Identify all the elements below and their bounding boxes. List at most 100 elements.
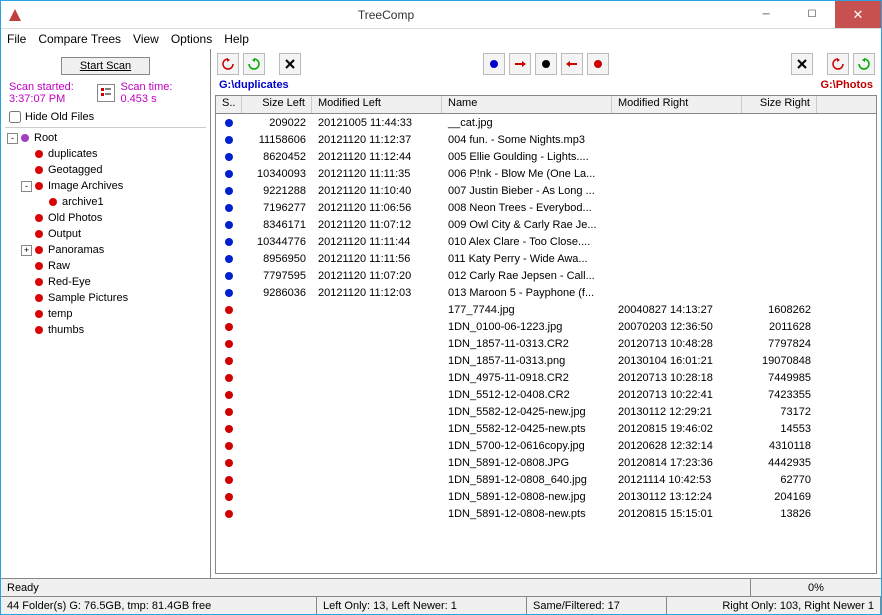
table-row[interactable]: 1DN_1857-11-0313.CR220120713 10:48:28779…	[216, 335, 876, 352]
menu-help[interactable]: Help	[224, 32, 249, 46]
row-status-icon	[225, 221, 233, 229]
tree-toggle[interactable]: +	[21, 245, 32, 256]
tree-node[interactable]: Sample Pictures	[7, 290, 204, 306]
tree-node[interactable]: Output	[7, 226, 204, 242]
tool-sync-left-icon[interactable]	[827, 53, 849, 75]
row-status-icon	[225, 136, 233, 144]
cell-mr: 20120815 15:15:01	[612, 508, 742, 520]
cell-ml: 20121120 11:12:37	[312, 134, 442, 146]
tool-same-icon[interactable]	[535, 53, 557, 75]
table-row[interactable]: 1DN_5582-12-0425-new.pts20120815 19:46:0…	[216, 420, 876, 437]
minimize-button[interactable]: ─	[743, 1, 789, 28]
tool-left-only-icon[interactable]	[483, 53, 505, 75]
table-row[interactable]: 922128820121120 11:10:40007 Justin Biebe…	[216, 182, 876, 199]
menu-view[interactable]: View	[133, 32, 159, 46]
tree-toggle[interactable]: -	[21, 181, 32, 192]
tree-node[interactable]: -Root	[7, 130, 204, 146]
tree-node[interactable]: Raw	[7, 258, 204, 274]
cell-nm: 1DN_5891-12-0808_640.jpg	[442, 474, 612, 486]
cell-ml: 20121120 11:07:12	[312, 219, 442, 231]
tree-label: thumbs	[48, 324, 84, 336]
tree-toggle[interactable]: -	[7, 133, 18, 144]
col-modified-right[interactable]: Modified Right	[612, 96, 742, 113]
table-row[interactable]: 1115860620121120 11:12:37004 fun. - Some…	[216, 131, 876, 148]
table-row[interactable]: 1034009320121120 11:11:35006 P!nk - Blow…	[216, 165, 876, 182]
tool-refresh-left-icon[interactable]	[217, 53, 239, 75]
tree-node[interactable]: Old Photos	[7, 210, 204, 226]
left-panel: Start Scan Scan started: 3:37:07 PM Scan…	[1, 49, 211, 578]
tree-node[interactable]: -Image Archives	[7, 178, 204, 194]
close-button[interactable]: ✕	[835, 1, 881, 28]
row-status-icon	[225, 323, 233, 331]
tree-dot-icon	[35, 262, 43, 270]
folder-tree[interactable]: -RootduplicatesGeotagged-Image Archivesa…	[5, 127, 206, 574]
table-row[interactable]: 779759520121120 11:07:20012 Carly Rae Je…	[216, 267, 876, 284]
menu-options[interactable]: Options	[171, 32, 212, 46]
col-modified-left[interactable]: Modified Left	[312, 96, 442, 113]
tool-delete-icon[interactable]	[279, 53, 301, 75]
menu-file[interactable]: File	[7, 32, 26, 46]
cell-mr: 20120713 10:48:28	[612, 338, 742, 350]
table-row[interactable]: 1DN_5512-12-0408.CR220120713 10:22:41742…	[216, 386, 876, 403]
col-size-right[interactable]: Size Right	[742, 96, 817, 113]
scan-time-label: Scan time:	[121, 81, 203, 93]
table-row[interactable]: 1DN_5891-12-0808-new.pts20120815 15:15:0…	[216, 505, 876, 522]
table-row[interactable]: 895695020121120 11:11:56011 Katy Perry -…	[216, 250, 876, 267]
start-scan-button[interactable]: Start Scan	[61, 57, 150, 75]
menu-compare-trees[interactable]: Compare Trees	[38, 32, 121, 46]
tool-sync-right-icon[interactable]	[853, 53, 875, 75]
table-row[interactable]: 1DN_0100-06-1223.jpg20070203 12:36:50201…	[216, 318, 876, 335]
cell-sl: 9286036	[242, 287, 312, 299]
tree-node[interactable]: thumbs	[7, 322, 204, 338]
left-path: G:\duplicates	[219, 79, 289, 91]
scan-options-icon[interactable]	[97, 84, 115, 102]
table-row[interactable]: 1DN_5891-12-0808.JPG20120814 17:23:36444…	[216, 454, 876, 471]
tool-refresh-right-icon[interactable]	[243, 53, 265, 75]
table-row[interactable]: 928603620121120 11:12:03013 Maroon 5 - P…	[216, 284, 876, 301]
table-row[interactable]: 1DN_5700-12-0616copy.jpg20120628 12:32:1…	[216, 437, 876, 454]
tree-node[interactable]: Geotagged	[7, 162, 204, 178]
row-status-icon	[225, 374, 233, 382]
cell-nm: 177_7744.jpg	[442, 304, 612, 316]
table-row[interactable]: 1DN_1857-11-0313.png20130104 16:01:21190…	[216, 352, 876, 369]
cell-mr: 20130112 12:29:21	[612, 406, 742, 418]
table-row[interactable]: 177_7744.jpg20040827 14:13:271608262	[216, 301, 876, 318]
tree-label: Red-Eye	[48, 276, 91, 288]
col-size-left[interactable]: Size Left	[242, 96, 312, 113]
cell-sl: 8620452	[242, 151, 312, 163]
cell-sl: 10344776	[242, 236, 312, 248]
maximize-button[interactable]: ☐	[789, 1, 835, 28]
tool-delete2-icon[interactable]	[791, 53, 813, 75]
tree-node[interactable]: +Panoramas	[7, 242, 204, 258]
cell-nm: 1DN_5891-12-0808-new.jpg	[442, 491, 612, 503]
table-header: S.. Size Left Modified Left Name Modifie…	[216, 96, 876, 114]
file-list[interactable]: 20902220121005 11:44:33__cat.jpg11158606…	[216, 114, 876, 573]
cell-nm: 1DN_5891-12-0808.JPG	[442, 457, 612, 469]
cell-sr: 1608262	[742, 304, 817, 316]
table-row[interactable]: 1DN_4975-11-0918.CR220120713 10:28:18744…	[216, 369, 876, 386]
tool-copy-right-icon[interactable]	[509, 53, 531, 75]
col-name[interactable]: Name	[442, 96, 612, 113]
table-row[interactable]: 719627720121120 11:06:56008 Neon Trees -…	[216, 199, 876, 216]
tree-node[interactable]: archive1	[7, 194, 204, 210]
status-percent: 0%	[751, 579, 881, 596]
table-row[interactable]: 1DN_5582-12-0425-new.jpg20130112 12:29:2…	[216, 403, 876, 420]
row-status-icon	[225, 119, 233, 127]
hide-old-files-checkbox[interactable]	[9, 111, 21, 123]
table-row[interactable]: 834617120121120 11:07:12009 Owl City & C…	[216, 216, 876, 233]
table-row[interactable]: 20902220121005 11:44:33__cat.jpg	[216, 114, 876, 131]
table-row[interactable]: 1034477620121120 11:11:44010 Alex Clare …	[216, 233, 876, 250]
cell-mr: 20130112 13:12:24	[612, 491, 742, 503]
tree-node[interactable]: duplicates	[7, 146, 204, 162]
tree-node[interactable]: temp	[7, 306, 204, 322]
cell-sl: 7797595	[242, 270, 312, 282]
tree-node[interactable]: Red-Eye	[7, 274, 204, 290]
cell-ml: 20121120 11:11:56	[312, 253, 442, 265]
table-row[interactable]: 1DN_5891-12-0808_640.jpg20121114 10:42:5…	[216, 471, 876, 488]
tool-copy-left-icon[interactable]	[561, 53, 583, 75]
tool-right-only-icon[interactable]	[587, 53, 609, 75]
table-row[interactable]: 862045220121120 11:12:44005 Ellie Gouldi…	[216, 148, 876, 165]
cell-nm: 1DN_4975-11-0918.CR2	[442, 372, 612, 384]
table-row[interactable]: 1DN_5891-12-0808-new.jpg20130112 13:12:2…	[216, 488, 876, 505]
col-status[interactable]: S..	[216, 96, 242, 113]
